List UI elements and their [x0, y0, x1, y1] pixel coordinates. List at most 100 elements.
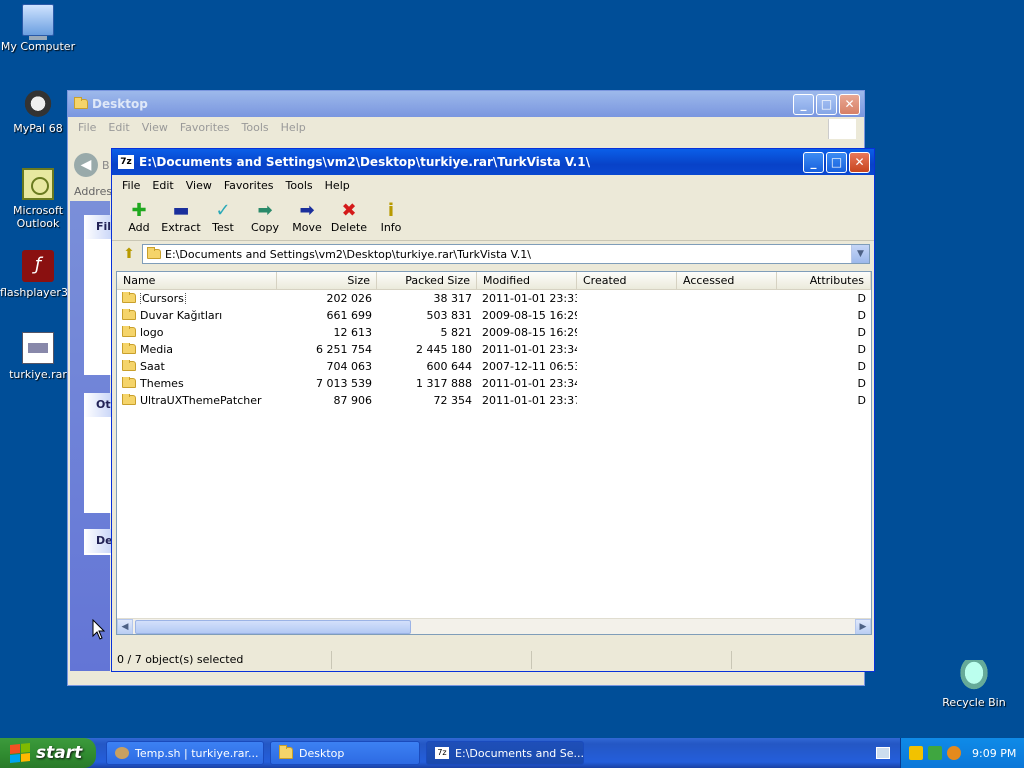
- menu-tools[interactable]: Tools: [280, 179, 319, 192]
- add-button[interactable]: ✚ Add: [118, 201, 160, 235]
- column-header-size[interactable]: Size: [277, 272, 377, 289]
- start-button[interactable]: start: [0, 738, 96, 768]
- up-folder-button[interactable]: ⬆: [116, 244, 142, 264]
- table-row[interactable]: Duvar Kağıtları 661 699 503 831 2009-08-…: [117, 307, 871, 324]
- cell-size: 87 906: [333, 394, 373, 407]
- table-row[interactable]: Cursors 202 026 38 317 2011-01-01 23:33 …: [117, 290, 871, 307]
- row-name: Saat: [140, 360, 165, 373]
- info-button[interactable]: i Info: [370, 201, 412, 235]
- panel-header[interactable]: De: [84, 529, 114, 553]
- desktop-icon-my-computer[interactable]: My Computer: [0, 4, 76, 53]
- maximize-icon: □: [820, 97, 833, 111]
- copy-button[interactable]: ➡ Copy: [244, 200, 286, 235]
- taskbar: start Temp.sh | turkiye.rar... Desktop 7…: [0, 738, 1024, 768]
- windows-logo-icon: [828, 119, 856, 139]
- column-header-packed-size[interactable]: Packed Size: [377, 272, 477, 289]
- desktop-icon-label: turkiye.rar: [9, 368, 67, 381]
- desktop-icon-recycle-bin[interactable]: Recycle Bin: [936, 660, 1012, 709]
- menu-view[interactable]: View: [180, 179, 218, 192]
- horizontal-scrollbar[interactable]: ◀ ▶: [117, 618, 871, 634]
- extract-button[interactable]: ▬ Extract: [160, 201, 202, 235]
- tool-label: Info: [380, 221, 402, 234]
- table-row[interactable]: logo 12 613 5 821 2009-08-15 16:29 D: [117, 324, 871, 341]
- cell-modified: 2011-01-01 23:34: [482, 343, 577, 356]
- address-input[interactable]: E:\Documents and Settings\vm2\Desktop\tu…: [142, 244, 870, 264]
- cell-packed: 72 354: [433, 394, 473, 407]
- cell-attributes: D: [857, 360, 866, 373]
- status-selection: 0 / 7 object(s) selected: [114, 651, 332, 669]
- archive-file-icon: [22, 332, 54, 364]
- folder-icon: [122, 360, 136, 371]
- menu-favorites[interactable]: Favorites: [174, 121, 236, 134]
- network-icon[interactable]: [928, 746, 942, 760]
- table-row[interactable]: Themes 7 013 539 1 317 888 2011-01-01 23…: [117, 375, 871, 392]
- file-list[interactable]: Name Size Packed Size Modified Created A…: [116, 271, 872, 635]
- table-row[interactable]: UltraUXThemePatcher 87 906 72 354 2011-0…: [117, 392, 871, 409]
- address-dropdown-button[interactable]: ▼: [851, 245, 869, 263]
- sevenzip-logo-icon: 7z: [118, 155, 134, 169]
- menu-file[interactable]: File: [116, 179, 146, 192]
- copy-icon: ➡: [257, 200, 273, 221]
- close-icon: ✕: [844, 97, 855, 111]
- column-header-created[interactable]: Created: [577, 272, 677, 289]
- close-button[interactable]: ✕: [839, 93, 860, 115]
- taskbar-button-desktop[interactable]: Desktop: [270, 741, 420, 765]
- explorer-titlebar[interactable]: Desktop _ □ ✕: [68, 91, 864, 117]
- panel-header[interactable]: Oth: [84, 393, 118, 417]
- status-bar: 0 / 7 object(s) selected: [114, 651, 872, 669]
- desktop-icon-flashplayer[interactable]: flashplayer3...: [0, 250, 78, 299]
- minimize-button[interactable]: _: [803, 151, 824, 173]
- taskbar-button-sevenzip[interactable]: 7z E:\Documents and Se...: [426, 741, 584, 765]
- column-header-accessed[interactable]: Accessed: [677, 272, 777, 289]
- outlook-icon: [22, 168, 54, 200]
- taskbar-button-browser[interactable]: Temp.sh | turkiye.rar...: [106, 741, 264, 765]
- menu-favorites[interactable]: Favorites: [218, 179, 280, 192]
- desktop-icon-mypal[interactable]: MyPal 68: [0, 86, 76, 135]
- panel-header[interactable]: File: [84, 215, 119, 239]
- back-button[interactable]: ◀: [74, 153, 98, 177]
- cell-attributes: D: [857, 309, 866, 322]
- menu-help[interactable]: Help: [319, 179, 356, 192]
- scroll-left-button[interactable]: ◀: [117, 619, 133, 634]
- row-name: Themes: [140, 377, 184, 390]
- maximize-button[interactable]: □: [816, 93, 837, 115]
- menu-help[interactable]: Help: [275, 121, 312, 134]
- scroll-thumb[interactable]: [135, 620, 411, 634]
- menu-view[interactable]: View: [136, 121, 174, 134]
- column-header-name[interactable]: Name: [117, 272, 277, 289]
- taskbar-button-label: E:\Documents and Se...: [455, 746, 584, 760]
- delete-button[interactable]: ✖ Delete: [328, 200, 370, 235]
- column-header-attributes[interactable]: Attributes: [777, 272, 871, 289]
- test-button[interactable]: ✓ Test: [202, 201, 244, 235]
- row-name: Duvar Kağıtları: [140, 309, 223, 322]
- computer-icon: [22, 4, 54, 40]
- desktop-icon-turkiye-rar[interactable]: turkiye.rar: [0, 332, 76, 381]
- desktop-icon-label: Microsoft Outlook: [12, 204, 64, 230]
- menu-edit[interactable]: Edit: [146, 179, 179, 192]
- cell-modified: 2009-08-15 16:29: [482, 309, 577, 322]
- menu-tools[interactable]: Tools: [236, 121, 275, 134]
- maximize-button[interactable]: □: [826, 151, 847, 173]
- explorer-menubar: File Edit View Favorites Tools Help: [68, 117, 864, 137]
- clock[interactable]: 9:09 PM: [972, 747, 1016, 760]
- folder-icon: [122, 394, 136, 405]
- row-name: Cursors: [140, 292, 186, 305]
- desktop-icon-outlook[interactable]: Microsoft Outlook: [0, 168, 76, 230]
- column-header-modified[interactable]: Modified: [477, 272, 577, 289]
- sevenzip-titlebar[interactable]: 7z E:\Documents and Settings\vm2\Desktop…: [112, 149, 874, 175]
- menu-file[interactable]: File: [72, 121, 102, 134]
- table-row[interactable]: Media 6 251 754 2 445 180 2011-01-01 23:…: [117, 341, 871, 358]
- scroll-right-button[interactable]: ▶: [855, 619, 871, 634]
- cell-packed: 5 821: [440, 326, 473, 339]
- search-icon[interactable]: [947, 746, 961, 760]
- menu-edit[interactable]: Edit: [102, 121, 135, 134]
- delete-icon: ✖: [341, 200, 357, 221]
- table-row[interactable]: Saat 704 063 600 644 2007-12-11 06:53 D: [117, 358, 871, 375]
- sevenzip-window[interactable]: 7z E:\Documents and Settings\vm2\Desktop…: [111, 148, 875, 672]
- minimize-button[interactable]: _: [793, 93, 814, 115]
- close-button[interactable]: ✕: [849, 151, 870, 173]
- cell-name: Duvar Kağıtları: [117, 309, 277, 322]
- keyboard-icon[interactable]: [876, 747, 890, 759]
- security-shield-icon[interactable]: [909, 746, 923, 760]
- move-button[interactable]: ➡ Move: [286, 201, 328, 235]
